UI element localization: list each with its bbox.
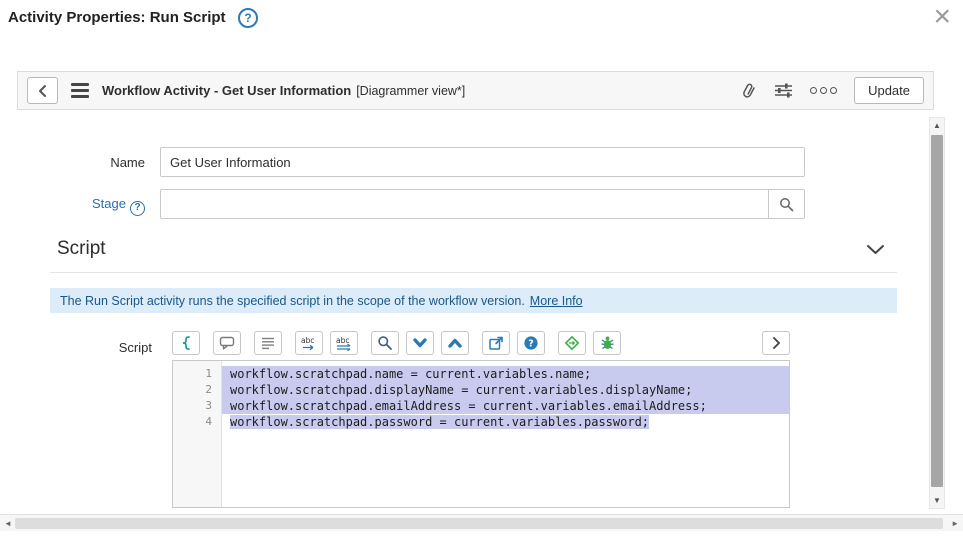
workflow-title: Workflow Activity - Get User Information [102,83,352,98]
chevron-right-icon [770,336,782,350]
close-icon[interactable]: × [933,0,951,33]
collapse-section-icon[interactable] [866,244,885,255]
code-line[interactable]: workflow.scratchpad.displayName = curren… [222,382,789,398]
open-window-icon [488,335,504,351]
stage-label: Stage? [0,196,145,216]
scroll-left-icon[interactable]: ◄ [4,515,12,532]
workflow-toolbar: Workflow Activity - Get User Information… [17,71,934,110]
line-number-gutter: 1 2 3 4 [173,361,222,507]
comment-icon [219,335,235,351]
lines-icon [260,335,276,351]
code-pane[interactable]: workflow.scratchpad.name = current.varia… [222,361,789,507]
code-line[interactable]: workflow.scratchpad.emailAddress = curre… [222,398,789,414]
chevron-down-icon [412,335,428,351]
format-code-button[interactable] [172,331,200,355]
replace-all-icon: abc [335,335,353,351]
code-line[interactable]: workflow.scratchpad.password = current.v… [222,414,789,430]
more-options-icon[interactable] [810,87,838,94]
script-section-title: Script [57,238,106,259]
name-input[interactable] [160,147,805,177]
format-code-icon [178,335,194,351]
chevron-up-icon [447,335,463,351]
info-banner-text: The Run Script activity runs the specifi… [60,293,525,308]
line-number: 3 [205,399,212,412]
syntax-check-button[interactable] [558,331,586,355]
stage-help-icon[interactable]: ? [130,201,145,216]
code-line[interactable]: workflow.scratchpad.name = current.varia… [222,366,789,382]
activity-properties-dialog: Activity Properties: Run Script ? × Work… [0,0,963,553]
vertical-scrollbar[interactable]: ▲ ▼ [929,117,945,509]
script-code-editor[interactable]: 1 2 3 4 workflow.scratchpad.name = curre… [172,360,790,508]
toggle-comment-button[interactable] [213,331,241,355]
replace-all-button[interactable]: abc [330,331,358,355]
back-button[interactable] [27,77,58,104]
vertical-scroll-thumb[interactable] [931,135,943,487]
search-icon [779,197,794,212]
svg-text:?: ? [528,338,534,349]
open-in-window-button[interactable] [482,331,510,355]
page-title: Activity Properties: Run Script [8,9,226,26]
stage-search-button[interactable] [768,189,805,219]
expand-all-button[interactable] [441,331,469,355]
update-button[interactable]: Update [854,77,924,104]
wrap-lines-button[interactable] [254,331,282,355]
line-number: 2 [205,383,212,396]
line-number: 4 [205,415,212,428]
collapse-all-button[interactable] [406,331,434,355]
attachment-icon[interactable] [741,82,757,100]
replace-icon: abc [300,335,318,351]
back-chevron-icon [37,84,49,98]
search-script-button[interactable] [371,331,399,355]
script-field-label: Script [118,340,152,355]
horizontal-scrollbar[interactable]: ◄ ► [0,514,963,531]
name-label: Name [110,155,145,170]
script-editor-toolbar: abc abc ? [172,330,790,356]
line-number: 1 [205,367,212,380]
svg-text:abc: abc [336,336,349,345]
help-icon[interactable]: ? [238,8,258,28]
scroll-down-icon[interactable]: ▼ [930,493,944,508]
syntax-check-icon [564,335,580,351]
section-divider [50,272,897,273]
editor-help-button[interactable]: ? [517,331,545,355]
editor-help-icon: ? [523,335,539,351]
debug-icon [599,335,616,351]
scroll-right-icon[interactable]: ► [951,515,959,532]
replace-button[interactable]: abc [295,331,323,355]
info-banner: The Run Script activity runs the specifi… [50,288,897,313]
workflow-view-label: [Diagrammer view*] [356,83,466,98]
horizontal-scroll-thumb[interactable] [15,518,943,529]
debug-button[interactable] [593,331,621,355]
menu-icon[interactable] [71,83,89,98]
svg-text:abc: abc [301,336,314,345]
stage-input[interactable] [160,189,769,219]
scroll-up-icon[interactable]: ▲ [930,118,944,133]
toggle-toolbar-button[interactable] [762,331,790,355]
personalize-icon[interactable] [774,83,793,98]
more-info-link[interactable]: More Info [530,294,583,308]
editor-search-icon [377,335,393,351]
